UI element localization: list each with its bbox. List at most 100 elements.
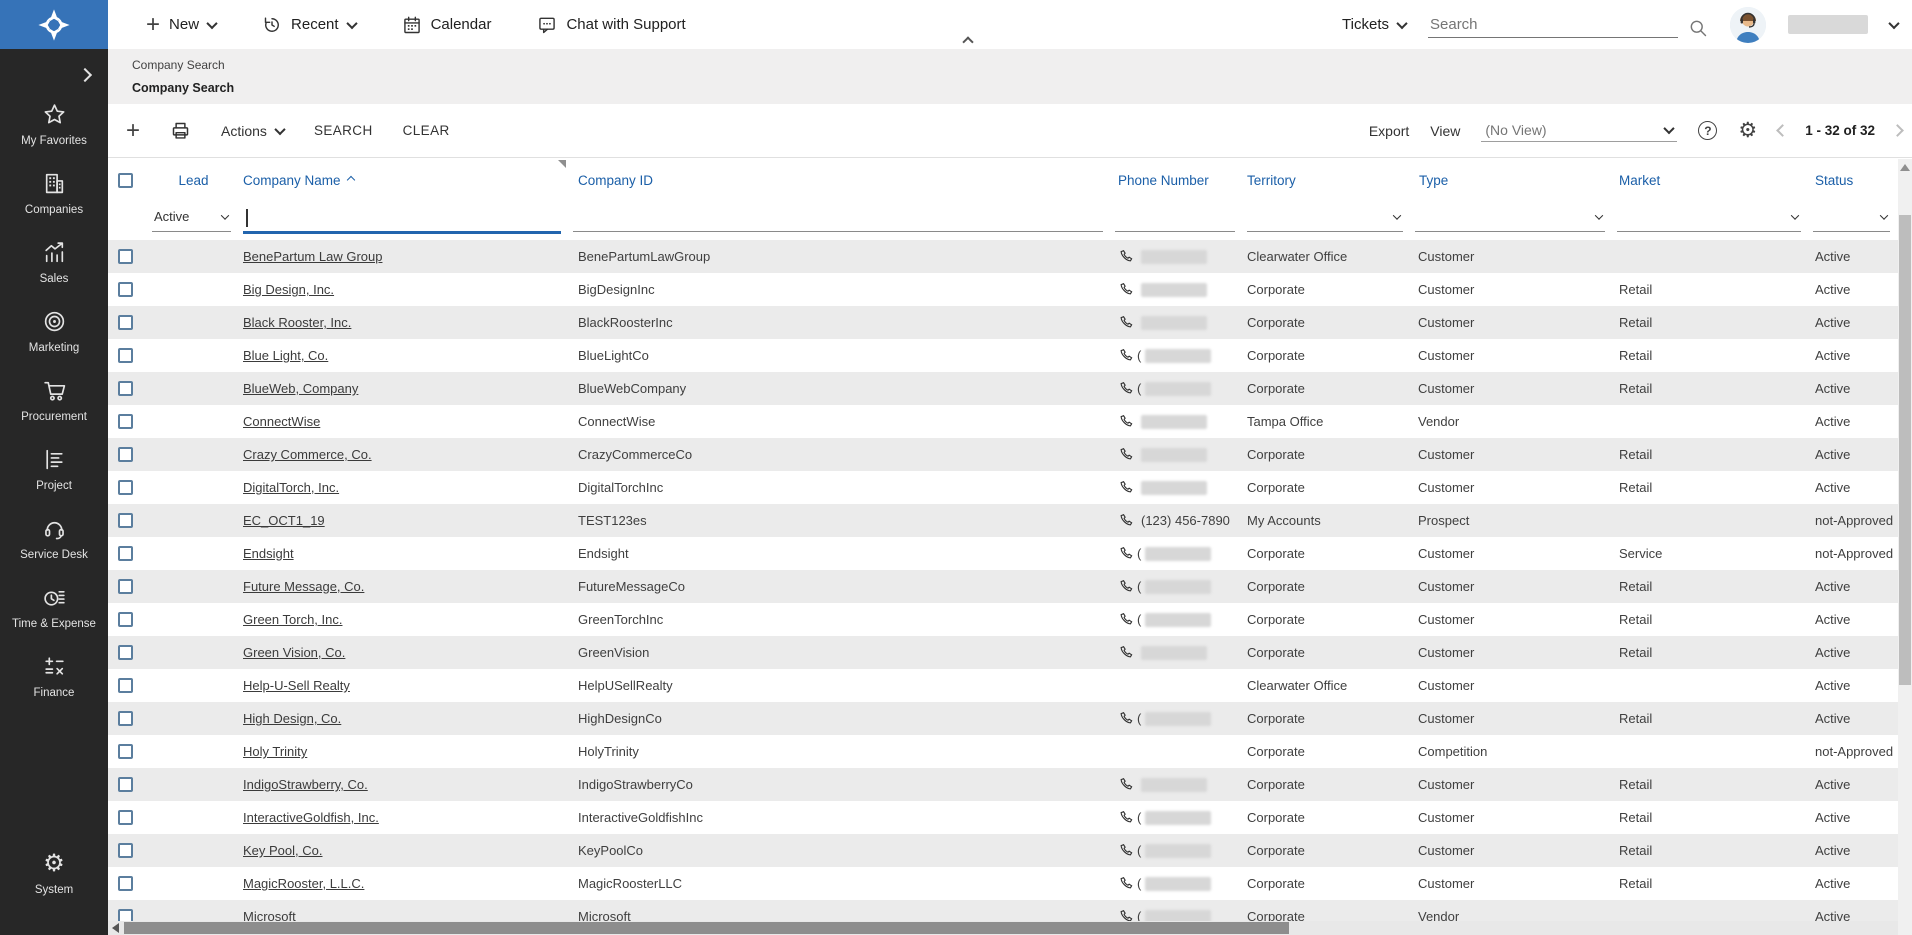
table-row[interactable]: Endsight Endsight ( Corporate Customer S… <box>108 537 1898 570</box>
row-checkbox[interactable] <box>118 678 133 693</box>
calendar-button[interactable]: Calendar <box>402 15 492 35</box>
column-header-status[interactable]: Status <box>1809 173 1898 188</box>
table-row[interactable]: BlueWeb, Company BlueWebCompany ( Corpor… <box>108 372 1898 405</box>
company-name-link[interactable]: EC_OCT1_19 <box>243 513 325 528</box>
row-checkbox[interactable] <box>118 876 133 891</box>
company-name-link[interactable]: Big Design, Inc. <box>243 282 334 297</box>
table-row[interactable]: BenePartum Law Group BenePartumLawGroup … <box>108 240 1898 273</box>
sidebar-item-finance[interactable]: Finance <box>0 643 108 712</box>
company-name-filter-input[interactable] <box>245 209 558 224</box>
next-page-icon[interactable] <box>1891 124 1904 137</box>
search-icon[interactable] <box>1688 18 1708 38</box>
phone-icon[interactable] <box>1118 645 1133 660</box>
company-name-link[interactable]: ConnectWise <box>243 414 320 429</box>
type-filter-select[interactable] <box>1415 204 1605 232</box>
sidebar-item-service-desk[interactable]: Service Desk <box>0 505 108 574</box>
phone-icon[interactable] <box>1118 282 1133 297</box>
company-name-link[interactable]: IndigoStrawberry, Co. <box>243 777 368 792</box>
company-name-link[interactable]: Help-U-Sell Realty <box>243 678 350 693</box>
company-name-link[interactable]: InteractiveGoldfish, Inc. <box>243 810 379 825</box>
company-name-link[interactable]: Green Torch, Inc. <box>243 612 342 627</box>
sidebar-item-system[interactable]: ⚙ System <box>0 841 108 909</box>
table-row[interactable]: MagicRooster, L.L.C. MagicRoosterLLC ( C… <box>108 867 1898 900</box>
tickets-menu[interactable]: Tickets <box>1342 16 1406 33</box>
status-filter-select[interactable] <box>1813 204 1890 232</box>
chevron-down-icon[interactable] <box>1888 17 1899 28</box>
chat-support-button[interactable]: Chat with Support <box>537 15 685 35</box>
company-name-link[interactable]: Crazy Commerce, Co. <box>243 447 372 462</box>
scroll-up-arrow[interactable] <box>1900 164 1910 171</box>
column-header-company-name[interactable]: Company Name <box>239 173 569 188</box>
row-checkbox[interactable] <box>118 480 133 495</box>
company-name-link[interactable]: High Design, Co. <box>243 711 341 726</box>
sidebar-item-procurement[interactable]: Procurement <box>0 367 108 436</box>
phone-icon[interactable] <box>1118 711 1133 726</box>
table-row[interactable]: InteractiveGoldfish, Inc. InteractiveGol… <box>108 801 1898 834</box>
table-row[interactable]: ConnectWise ConnectWise Tampa Office Ven… <box>108 405 1898 438</box>
phone-icon[interactable] <box>1118 843 1133 858</box>
table-row[interactable]: Help-U-Sell Realty HelpUSellRealty Clear… <box>108 669 1898 702</box>
phone-icon[interactable] <box>1118 447 1133 462</box>
row-checkbox[interactable] <box>118 579 133 594</box>
phone-icon[interactable] <box>1118 810 1133 825</box>
company-name-link[interactable]: DigitalTorch, Inc. <box>243 480 339 495</box>
row-checkbox[interactable] <box>118 843 133 858</box>
company-name-link[interactable]: BlueWeb, Company <box>243 381 358 396</box>
print-icon[interactable] <box>170 120 191 141</box>
company-id-filter-input[interactable] <box>575 209 1100 224</box>
row-checkbox[interactable] <box>118 711 133 726</box>
phone-icon[interactable] <box>1118 381 1133 396</box>
territory-filter-select[interactable] <box>1247 204 1403 232</box>
phone-icon[interactable] <box>1118 579 1133 594</box>
phone-icon[interactable] <box>1118 546 1133 561</box>
phone-icon[interactable] <box>1118 777 1133 792</box>
column-header-company-id[interactable]: Company ID <box>569 173 1111 188</box>
table-row[interactable]: Key Pool, Co. KeyPoolCo ( Corporate Cust… <box>108 834 1898 867</box>
column-grip[interactable] <box>558 160 566 168</box>
row-checkbox[interactable] <box>118 513 133 528</box>
collapse-header-caret[interactable] <box>964 33 972 51</box>
table-row[interactable]: EC_OCT1_19 TEST123es (123) 456-7890 My A… <box>108 504 1898 537</box>
row-checkbox[interactable] <box>118 645 133 660</box>
recent-menu[interactable]: Recent <box>262 15 356 35</box>
horizontal-scrollbar[interactable] <box>108 921 1898 935</box>
phone-icon[interactable] <box>1118 480 1133 495</box>
actions-menu[interactable]: Actions <box>221 123 284 139</box>
column-header-lead[interactable]: Lead <box>148 173 239 188</box>
table-row[interactable]: DigitalTorch, Inc. DigitalTorchInc Corpo… <box>108 471 1898 504</box>
add-company-button[interactable]: + <box>126 121 140 141</box>
phone-icon[interactable] <box>1118 612 1133 627</box>
phone-icon[interactable] <box>1118 414 1133 429</box>
row-checkbox[interactable] <box>118 315 133 330</box>
row-checkbox[interactable] <box>118 546 133 561</box>
table-row[interactable]: Future Message, Co. FutureMessageCo ( Co… <box>108 570 1898 603</box>
avatar[interactable] <box>1730 7 1766 43</box>
company-name-link[interactable]: Endsight <box>243 546 294 561</box>
help-icon[interactable]: ? <box>1698 121 1717 140</box>
clear-button[interactable]: CLEAR <box>403 123 450 138</box>
column-header-territory[interactable]: Territory <box>1243 173 1411 188</box>
search-input[interactable] <box>1428 12 1678 38</box>
table-row[interactable]: Holy Trinity HolyTrinity Corporate Compe… <box>108 735 1898 768</box>
row-checkbox[interactable] <box>118 348 133 363</box>
table-row[interactable]: Black Rooster, Inc. BlackRoosterInc Corp… <box>108 306 1898 339</box>
row-checkbox[interactable] <box>118 612 133 627</box>
sidebar-item-my-favorites[interactable]: My Favorites <box>0 91 108 160</box>
prev-page-icon[interactable] <box>1776 124 1789 137</box>
table-row[interactable]: Crazy Commerce, Co. CrazyCommerceCo Corp… <box>108 438 1898 471</box>
phone-icon[interactable] <box>1118 876 1133 891</box>
table-row[interactable]: Big Design, Inc. BigDesignInc Corporate … <box>108 273 1898 306</box>
column-header-market[interactable]: Market <box>1613 173 1809 188</box>
phone-icon[interactable] <box>1118 249 1133 264</box>
column-header-phone[interactable]: Phone Number <box>1111 173 1243 188</box>
row-checkbox[interactable] <box>118 777 133 792</box>
row-checkbox[interactable] <box>118 249 133 264</box>
vertical-scrollbar[interactable] <box>1898 159 1912 935</box>
row-checkbox[interactable] <box>118 282 133 297</box>
app-logo[interactable] <box>0 0 108 49</box>
lead-filter-select[interactable]: Active <box>152 204 231 232</box>
company-name-link[interactable]: MagicRooster, L.L.C. <box>243 876 364 891</box>
table-row[interactable]: High Design, Co. HighDesignCo ( Corporat… <box>108 702 1898 735</box>
table-row[interactable]: IndigoStrawberry, Co. IndigoStrawberryCo… <box>108 768 1898 801</box>
sidebar-item-project[interactable]: Project <box>0 436 108 505</box>
